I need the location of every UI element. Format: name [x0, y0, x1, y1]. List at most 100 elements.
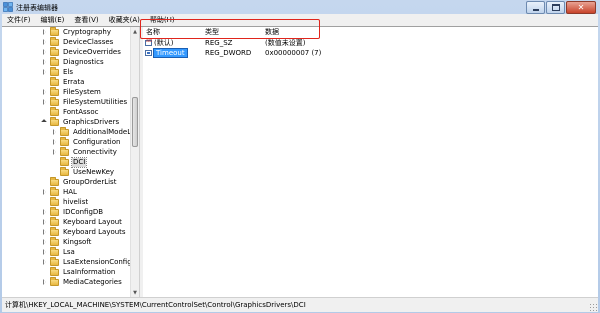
client-area: Cryptography DeviceClasses DeviceOverrides…	[2, 26, 598, 297]
value-row-timeout[interactable]: Timeout REG_DWORD 0x00000007 (7)	[143, 48, 598, 58]
tree-item-keyboard-layout[interactable]: Keyboard Layout	[42, 216, 123, 227]
folder-icon	[60, 136, 69, 146]
tree-item-configuration[interactable]: Configuration	[52, 136, 121, 147]
tree-item-hivelist[interactable]: hivelist	[42, 196, 89, 207]
tree-item-deviceclasses[interactable]: DeviceClasses	[42, 36, 114, 47]
tree-item-graphicsdrivers[interactable]: GraphicsDrivers	[42, 116, 120, 127]
string-value-icon	[145, 38, 152, 46]
title-bar[interactable]: 注册表编辑器 ✕	[0, 0, 600, 14]
tree-item-errata[interactable]: Errata	[42, 76, 85, 87]
expand-arrow-icon[interactable]	[42, 238, 48, 246]
tree-item-usenewkey[interactable]: UseNewKey	[52, 166, 115, 177]
folder-icon	[50, 206, 59, 216]
expand-arrow-icon[interactable]	[42, 228, 48, 236]
tree-item-label: UseNewKey	[73, 167, 115, 176]
expand-arrow-icon[interactable]	[42, 28, 48, 36]
menu-view[interactable]: 查看(V)	[69, 14, 103, 26]
tree-item-label: DeviceOverrides	[63, 47, 121, 56]
tree-item-lsa[interactable]: Lsa	[42, 246, 76, 257]
expand-arrow-icon[interactable]	[42, 248, 48, 256]
tree-item-hal[interactable]: HAL	[42, 186, 78, 197]
resize-grip-icon[interactable]	[589, 303, 597, 311]
scroll-down-arrow-icon[interactable]: ▼	[131, 288, 139, 297]
caption-buttons: ✕	[525, 1, 596, 14]
expand-arrow-icon[interactable]	[42, 218, 48, 226]
tree-item-label: LsaExtensionConfig	[63, 257, 132, 266]
tree-item-label: DeviceClasses	[63, 37, 114, 46]
tree-item-label: Configuration	[73, 137, 121, 146]
rename-edit-box[interactable]: Timeout	[153, 48, 188, 58]
folder-icon	[50, 236, 59, 246]
folder-icon	[50, 46, 59, 56]
menu-help[interactable]: 帮助(H)	[145, 14, 180, 26]
folder-icon	[50, 36, 59, 46]
tree-item-diagnostics[interactable]: Diagnostics	[42, 56, 105, 67]
tree-item-label: Errata	[63, 77, 85, 86]
expand-arrow-icon[interactable]	[42, 88, 48, 96]
value-name: (默认)	[154, 39, 174, 47]
tree-item-grouporderlist[interactable]: GroupOrderList	[42, 176, 117, 187]
expand-arrow-icon[interactable]	[42, 48, 48, 56]
tree-item-label: Keyboard Layouts	[63, 227, 126, 236]
dword-value-icon	[145, 50, 152, 56]
folder-icon	[50, 196, 59, 206]
folder-icon	[60, 126, 69, 136]
folder-icon	[50, 27, 59, 36]
maximize-button[interactable]	[546, 1, 565, 14]
expand-arrow-icon[interactable]	[42, 258, 48, 266]
tree-item-label: AdditionalModeLists	[73, 127, 139, 136]
expand-arrow-icon[interactable]	[42, 68, 48, 76]
expand-arrow-icon[interactable]	[42, 278, 48, 286]
tree-item-label: FileSystemUtilities	[63, 97, 128, 106]
tree-item-label: Keyboard Layout	[63, 217, 122, 226]
tree-item-fontassoc[interactable]: FontAssoc	[42, 106, 99, 117]
minimize-button[interactable]	[526, 1, 545, 14]
column-header-name[interactable]: 名称	[146, 28, 160, 37]
close-icon: ✕	[577, 2, 585, 12]
tree-vertical-scrollbar[interactable]: ▲ ▼	[130, 27, 139, 297]
menu-favorites[interactable]: 收藏夹(A)	[104, 14, 145, 26]
expand-arrow-icon[interactable]	[42, 208, 48, 216]
tree-item-els[interactable]: Els	[42, 66, 74, 77]
tree-item-kingsoft[interactable]: Kingsoft	[42, 236, 92, 247]
tree-item-cryptography[interactable]: Cryptography	[42, 27, 112, 37]
tree-item-label: DCI	[70, 156, 88, 168]
tree-item-additionalmodelists[interactable]: AdditionalModeLists	[52, 126, 139, 137]
folder-icon	[50, 116, 59, 126]
collapse-arrow-icon[interactable]	[42, 118, 48, 126]
tree-item-connectivity[interactable]: Connectivity	[52, 146, 118, 157]
scroll-thumb[interactable]	[132, 97, 138, 147]
expand-arrow-icon[interactable]	[42, 58, 48, 66]
value-row-default[interactable]: (默认) REG_SZ (数值未设置)	[143, 38, 598, 48]
menu-file[interactable]: 文件(F)	[2, 14, 36, 26]
folder-icon	[50, 66, 59, 76]
registry-tree[interactable]: Cryptography DeviceClasses DeviceOverrides…	[2, 27, 139, 297]
tree-item-keyboard-layouts[interactable]: Keyboard Layouts	[42, 226, 127, 237]
tree-item-lsainformation[interactable]: LsaInformation	[42, 266, 116, 277]
expand-arrow-icon[interactable]	[42, 188, 48, 196]
folder-icon	[50, 176, 59, 186]
tree-item-mediacategories[interactable]: MediaCategories	[42, 276, 123, 287]
expand-arrow-icon[interactable]	[42, 98, 48, 106]
column-header-data[interactable]: 数据	[265, 28, 279, 37]
tree-item-filesystem[interactable]: FileSystem	[42, 86, 102, 97]
expand-arrow-icon[interactable]	[52, 148, 58, 156]
scroll-up-arrow-icon[interactable]: ▲	[131, 27, 139, 36]
expand-arrow-icon[interactable]	[52, 138, 58, 146]
tree-item-lsaextensionconfig[interactable]: LsaExtensionConfig	[42, 256, 133, 267]
expand-arrow-icon[interactable]	[52, 128, 58, 136]
tree-item-label: Cryptography	[63, 27, 112, 36]
tree-item-deviceoverrides[interactable]: DeviceOverrides	[42, 46, 122, 57]
tree-item-dci[interactable]: DCI	[52, 156, 88, 168]
folder-icon	[50, 246, 59, 256]
column-header-type[interactable]: 类型	[205, 28, 219, 37]
menu-edit[interactable]: 编辑(E)	[36, 14, 70, 26]
tree-item-filesystemutilities[interactable]: FileSystemUtilities	[42, 96, 128, 107]
values-list[interactable]: 名称 类型 数据 (默认) REG_SZ (数值未设置) Timeout REG…	[143, 27, 598, 297]
close-button[interactable]: ✕	[566, 1, 596, 14]
tree-item-idconfigdb[interactable]: IDConfigDB	[42, 206, 104, 217]
tree-item-label: MediaCategories	[63, 277, 122, 286]
expand-arrow-icon[interactable]	[42, 38, 48, 46]
